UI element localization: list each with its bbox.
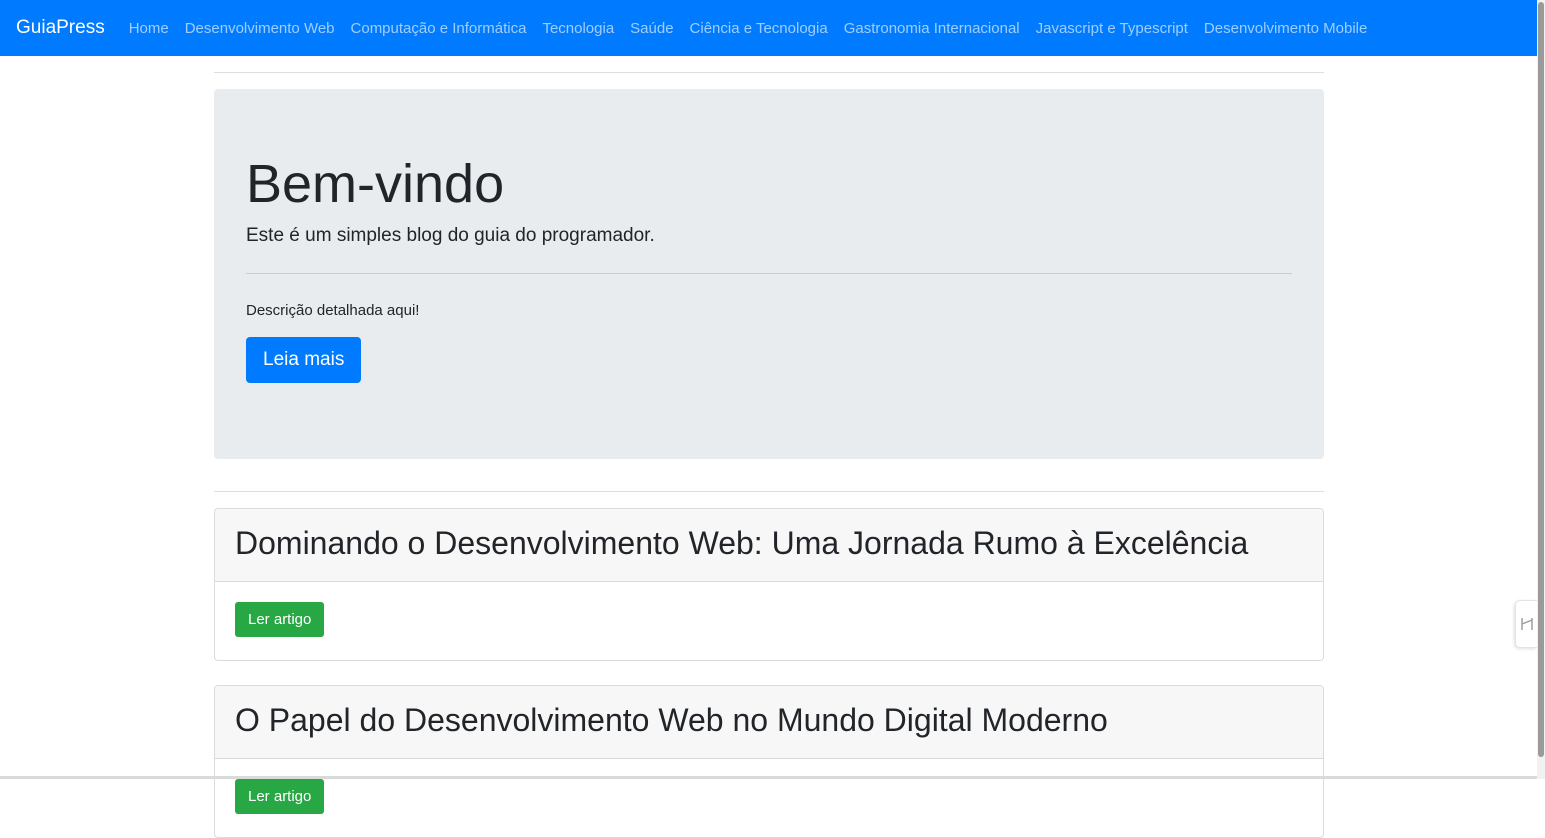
nav-link-saude[interactable]: Saúde bbox=[630, 20, 673, 37]
articles-divider bbox=[214, 491, 1324, 492]
read-article-button[interactable]: Ler artigo bbox=[235, 779, 325, 814]
welcome-description: Descrição detalhada aqui! bbox=[246, 302, 420, 320]
welcome-jumbotron: Bem-vindo Este é um simples blog do guia… bbox=[214, 89, 1324, 459]
article-card-header: Dominando o Desenvolvimento Web: Uma Jor… bbox=[215, 509, 1323, 582]
main-container: Bem-vindo Este é um simples blog do guia… bbox=[214, 72, 1324, 838]
jumbotron-divider bbox=[246, 273, 1292, 275]
side-panel-glyph-icon bbox=[1520, 618, 1533, 630]
article-card-header: O Papel do Desenvolvimento Web no Mundo … bbox=[215, 686, 1323, 759]
article-card-body: Ler artigo bbox=[215, 582, 1323, 660]
article-title: Dominando o Desenvolvimento Web: Uma Jor… bbox=[235, 525, 1249, 561]
nav-link-javascript-typescript[interactable]: Javascript e Typescript bbox=[1036, 20, 1188, 37]
nav-link-ciencia-tecnologia[interactable]: Ciência e Tecnologia bbox=[690, 20, 828, 37]
welcome-title: Bem-vindo bbox=[246, 154, 505, 214]
article-card: O Papel do Desenvolvimento Web no Mundo … bbox=[214, 685, 1324, 838]
nav-link-desenvolvimento-web[interactable]: Desenvolvimento Web bbox=[185, 20, 335, 37]
page-scrollbar[interactable] bbox=[1537, 0, 1545, 779]
welcome-lead: Este é um simples blog do guia do progra… bbox=[246, 225, 655, 247]
brand-logo-link[interactable]: GuiaPress bbox=[16, 17, 105, 39]
nav-links: Home Desenvolvimento Web Computação e In… bbox=[129, 20, 1384, 37]
nav-link-desenvolvimento-mobile[interactable]: Desenvolvimento Mobile bbox=[1204, 20, 1367, 37]
nav-link-gastronomia-internacional[interactable]: Gastronomia Internacional bbox=[844, 20, 1020, 37]
read-more-button[interactable]: Leia mais bbox=[246, 337, 362, 384]
top-navbar: GuiaPress Home Desenvolvimento Web Compu… bbox=[0, 0, 1537, 56]
top-divider bbox=[214, 72, 1324, 73]
article-card-body: Ler artigo bbox=[215, 759, 1323, 837]
side-panel-toggle-icon[interactable] bbox=[1515, 600, 1537, 648]
nav-link-tecnologia[interactable]: Tecnologia bbox=[542, 20, 614, 37]
nav-link-home[interactable]: Home bbox=[129, 20, 169, 37]
article-card: Dominando o Desenvolvimento Web: Uma Jor… bbox=[214, 508, 1324, 661]
article-title: O Papel do Desenvolvimento Web no Mundo … bbox=[235, 702, 1108, 738]
scrollbar-thumb[interactable] bbox=[1538, 2, 1544, 757]
read-article-button[interactable]: Ler artigo bbox=[235, 602, 325, 637]
nav-link-computacao-informatica[interactable]: Computação e Informática bbox=[351, 20, 527, 37]
